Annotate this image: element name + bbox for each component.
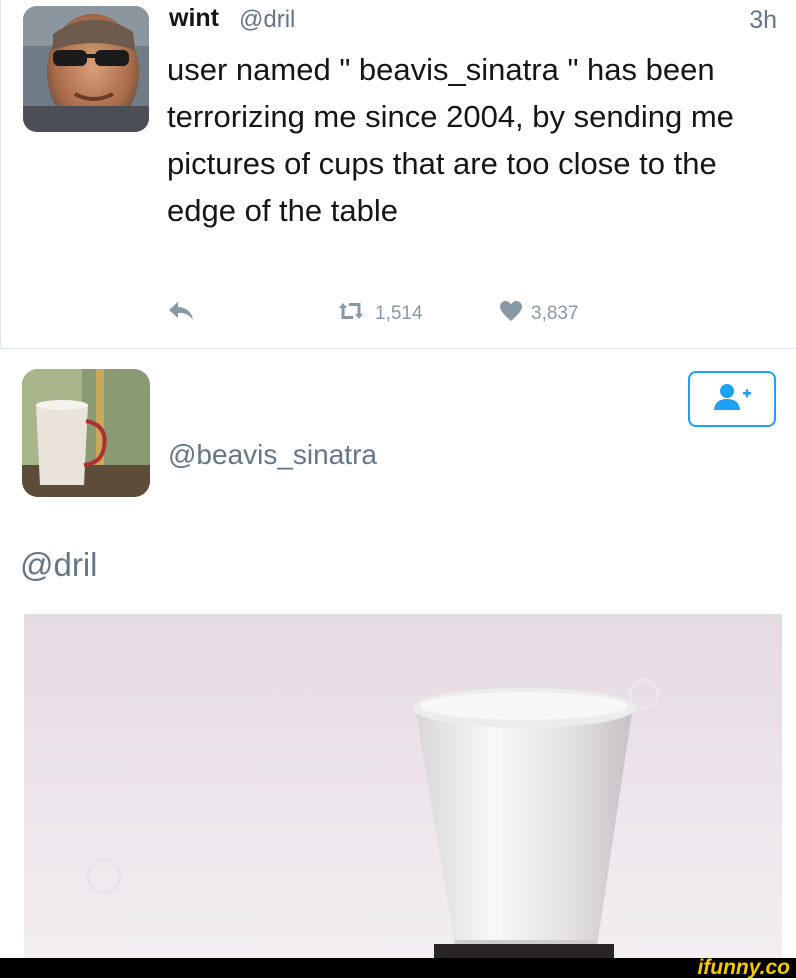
reply-button[interactable] xyxy=(167,296,203,332)
tweet-actions: 1,514 3,837 xyxy=(167,296,667,332)
retweet-button[interactable]: 1,514 xyxy=(335,296,423,332)
profile-handle[interactable]: @beavis_sinatra xyxy=(168,439,377,471)
author-avatar[interactable] xyxy=(23,6,149,132)
watermark-bar: ifunny.co xyxy=(0,956,796,979)
heart-icon xyxy=(499,300,531,328)
profile-row: @beavis_sinatra xyxy=(0,349,796,509)
tweet-text: user named " beavis_sinatra " has been t… xyxy=(167,52,734,228)
tweet-timestamp[interactable]: 3h xyxy=(749,6,777,35)
retweet-icon xyxy=(335,300,375,328)
author-name[interactable]: wint xyxy=(169,4,219,33)
follow-button[interactable] xyxy=(688,371,776,427)
like-button[interactable]: 3,837 xyxy=(499,296,579,332)
like-count: 3,837 xyxy=(531,303,579,324)
tweet-card: wint @dril 3h user named " beavis_sinatr… xyxy=(0,0,796,348)
reply-mention[interactable]: @dril xyxy=(20,546,98,584)
profile-avatar[interactable] xyxy=(22,369,150,497)
reply-icon xyxy=(167,300,203,328)
add-user-icon xyxy=(711,382,753,417)
retweet-count: 1,514 xyxy=(375,303,423,324)
author-handle[interactable]: @dril xyxy=(239,6,295,34)
cup-photo[interactable] xyxy=(24,614,782,958)
watermark-logo: ifunny.co xyxy=(697,956,790,979)
